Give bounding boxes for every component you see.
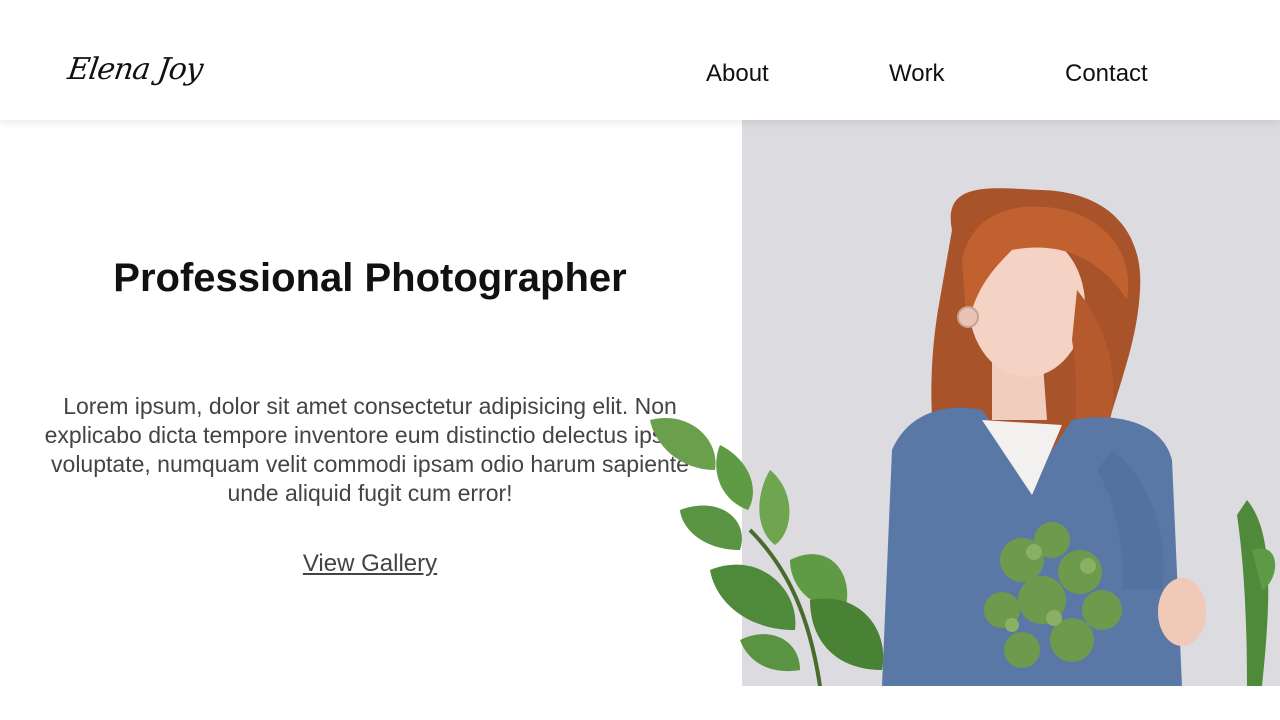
nav-link-about[interactable]: About <box>706 60 769 88</box>
hero-photo <box>742 120 1280 686</box>
view-gallery-link[interactable]: View Gallery <box>0 550 740 578</box>
site-header: Elena Joy About Work Contact <box>0 0 1280 120</box>
nav-link-work[interactable]: Work <box>889 60 945 88</box>
hero-text-panel: Professional Photographer Lorem ipsum, d… <box>0 120 742 686</box>
hero-title: Professional Photographer <box>113 256 627 300</box>
nav-link-contact[interactable]: Contact <box>1065 60 1148 88</box>
main-nav: About Work Contact <box>0 60 1280 92</box>
portrait-illustration <box>882 188 1276 686</box>
hero-description: Lorem ipsum, dolor sit amet consectetur … <box>44 393 696 506</box>
